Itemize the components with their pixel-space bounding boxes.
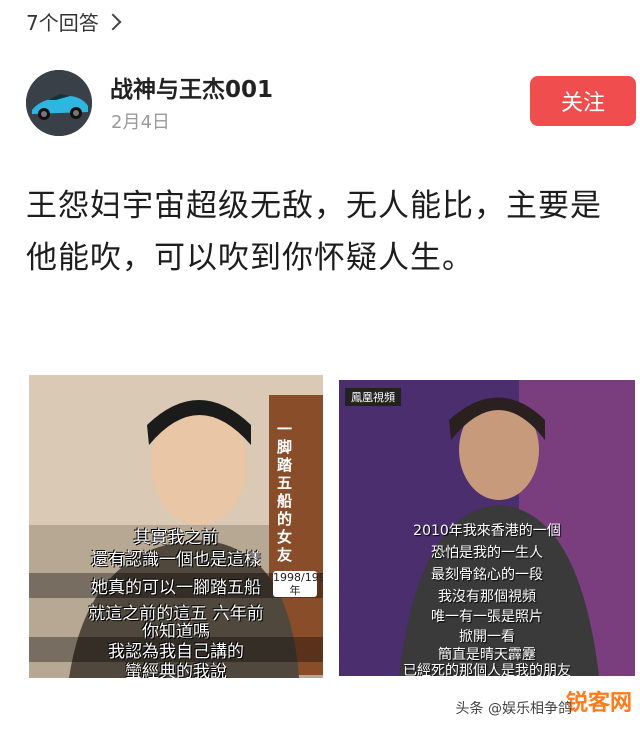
watermark: 头条 @娱乐相争鸽 锐客网 bbox=[456, 676, 632, 726]
follow-button[interactable]: 关注 bbox=[530, 76, 636, 126]
left-screenshot-image[interactable]: 其實我之前 還有認識一個也是這樣 她真的可以一腳踏五船 就這之前的這五 六年前 … bbox=[29, 375, 323, 678]
chevron-right-icon bbox=[104, 13, 122, 30]
subtitle-line: 掀開一看 bbox=[459, 629, 515, 645]
subtitle-line: 2010年我來香港的一個 bbox=[413, 523, 561, 539]
avatar[interactable] bbox=[26, 70, 92, 136]
watermark-logo: 锐客网 bbox=[565, 691, 632, 716]
author-name[interactable]: 战神与王杰001 bbox=[110, 70, 273, 104]
side-caption: 一脚踏五船的女友 bbox=[277, 420, 293, 564]
subtitle-line: 已經死的那個人是我的朋友 bbox=[403, 663, 571, 676]
answer-count-link[interactable]: 7个回答 bbox=[26, 6, 122, 36]
subtitle-line: 恐怕是我的一生人 bbox=[431, 545, 543, 561]
year-badge: 1998/1999年 bbox=[273, 571, 323, 597]
subtitle-line: 我沒有那個視頻 bbox=[438, 589, 536, 605]
channel-label: 鳳凰視頻 bbox=[345, 388, 401, 406]
post-date: 2月4日 bbox=[111, 112, 170, 133]
post-text: 王怨妇宇宙超级无敌，无人能比，主要是他能吹，可以吹到你怀疑人生。 bbox=[26, 188, 602, 276]
answer-count: 7个回答 bbox=[26, 10, 99, 35]
subtitle-line: 唯一有一張是照片 bbox=[431, 609, 543, 625]
subtitle-line: 最刻骨銘心的一段 bbox=[431, 567, 543, 583]
sports-car-icon bbox=[26, 70, 92, 136]
source-caption: 头条 @娱乐相争鸽 bbox=[455, 701, 572, 717]
subtitle-line: 蠻經典的我說 bbox=[125, 662, 227, 678]
right-screenshot-image[interactable]: 鳳凰視頻 2010年我來香港的一個 恐怕是我的一生人 最刻骨銘心的一段 我沒有那… bbox=[339, 380, 635, 676]
